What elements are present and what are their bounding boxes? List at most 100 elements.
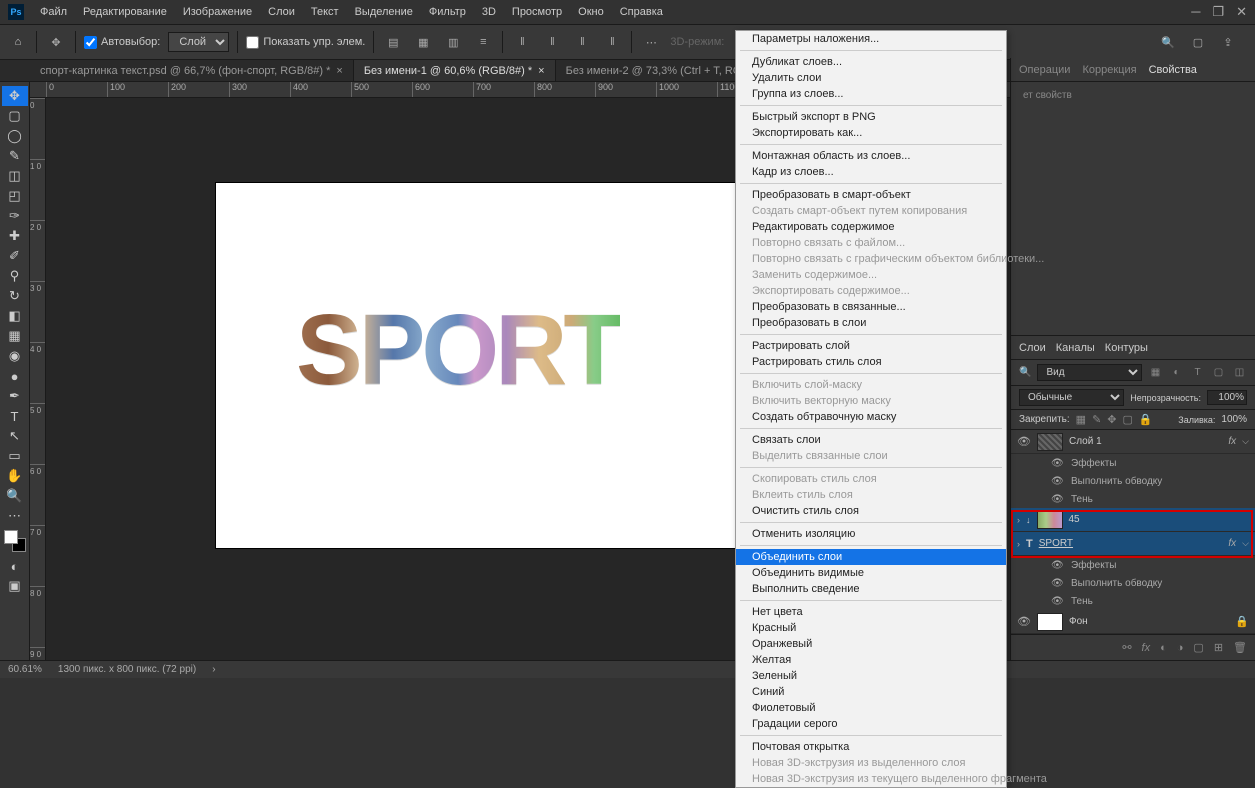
layer-row-45[interactable]: › ↓ 45	[1011, 508, 1255, 532]
visibility-icon[interactable]: 👁	[1017, 615, 1031, 628]
chevron-down-icon[interactable]: ⌵	[1242, 436, 1249, 447]
tab-actions[interactable]: Операции	[1019, 64, 1070, 76]
filter-adjust-icon[interactable]: ◐	[1169, 365, 1184, 380]
context-menu-item[interactable]: Дубликат слоев...	[736, 54, 1006, 70]
sport-text-layer[interactable]: SPORT	[296, 293, 620, 408]
gradient-tool[interactable]: ▦	[2, 326, 28, 346]
info-chevron-icon[interactable]: ›	[212, 664, 215, 675]
context-menu-item[interactable]: Связать слои	[736, 432, 1006, 448]
context-menu-item[interactable]: Почтовая открытка	[736, 739, 1006, 755]
context-menu-item[interactable]: Удалить слои	[736, 70, 1006, 86]
lock-pixels-icon[interactable]: ✎	[1092, 413, 1101, 426]
visibility-icon[interactable]: 👁	[1017, 435, 1031, 448]
close-tab-icon[interactable]: ×	[336, 65, 342, 77]
lock-all-icon[interactable]: 🔒	[1139, 413, 1153, 426]
new-layer-icon[interactable]: ⊞	[1214, 641, 1223, 654]
context-menu-item[interactable]: Кадр из слоев...	[736, 164, 1006, 180]
layer-name[interactable]: SPORT	[1039, 538, 1223, 549]
new-group-icon[interactable]: ▢	[1193, 641, 1203, 654]
lock-transparency-icon[interactable]: ▦	[1076, 413, 1086, 426]
screen-mode-icon[interactable]: ▣	[2, 576, 28, 596]
align-justify-icon[interactable]: ≡	[472, 31, 494, 53]
chevron-down-icon[interactable]: ⌵	[1242, 538, 1249, 549]
fx-badge[interactable]: fx	[1228, 436, 1236, 447]
context-menu-item[interactable]: Создать обтравочную маску	[736, 409, 1006, 425]
context-menu-item[interactable]: Экспортировать как...	[736, 125, 1006, 141]
filter-type-icon[interactable]: T	[1190, 365, 1205, 380]
menu-3D[interactable]: 3D	[474, 6, 504, 18]
context-menu-item[interactable]: Быстрый экспорт в PNG	[736, 109, 1006, 125]
menu-Слои[interactable]: Слои	[260, 6, 303, 18]
hand-tool[interactable]: ✋	[2, 466, 28, 486]
layer-name[interactable]: 45	[1069, 514, 1250, 525]
tab-paths[interactable]: Контуры	[1105, 342, 1148, 354]
context-menu-item[interactable]: Группа из слоев...	[736, 86, 1006, 102]
context-menu-item[interactable]: Параметры наложения...	[736, 31, 1006, 47]
distribute-bottom-icon[interactable]: ‖	[571, 31, 593, 53]
edit-toolbar-icon[interactable]: ⋯	[2, 506, 28, 526]
home-icon[interactable]: ⌂	[8, 32, 28, 52]
crop-tool[interactable]: ◫	[2, 166, 28, 186]
layer-name[interactable]: Слой 1	[1069, 436, 1222, 447]
menu-Просмотр[interactable]: Просмотр	[504, 6, 570, 18]
more-options-icon[interactable]: ⋯	[640, 31, 662, 53]
context-menu-item[interactable]: Синий	[736, 684, 1006, 700]
layer-name[interactable]: Фон	[1069, 616, 1229, 627]
zoom-tool[interactable]: 🔍	[2, 486, 28, 506]
show-controls-checkbox[interactable]: Показать упр. элем.	[246, 36, 365, 49]
share-icon[interactable]: ⇪	[1217, 31, 1239, 53]
context-menu-item[interactable]: Растрировать стиль слоя	[736, 354, 1006, 370]
menu-Справка[interactable]: Справка	[612, 6, 671, 18]
menu-Окно[interactable]: Окно	[570, 6, 612, 18]
move-tool[interactable]: ✥	[2, 86, 28, 106]
context-menu-item[interactable]: Нет цвета	[736, 604, 1006, 620]
tab-adjustments[interactable]: Коррекция	[1082, 64, 1136, 76]
document-info[interactable]: 1300 пикс. x 800 пикс. (72 ppi)	[58, 664, 196, 675]
distribute-spacing-icon[interactable]: ‖	[601, 31, 623, 53]
menu-Файл[interactable]: Файл	[32, 6, 75, 18]
menu-Текст[interactable]: Текст	[303, 6, 347, 18]
lock-artboard-icon[interactable]: ▢	[1123, 413, 1133, 426]
blur-tool[interactable]: ◉	[2, 346, 28, 366]
context-menu-item[interactable]: Отменить изоляцию	[736, 526, 1006, 542]
context-menu-item[interactable]: Преобразовать в смарт-объект	[736, 187, 1006, 203]
close-tab-icon[interactable]: ×	[538, 65, 544, 77]
adjustment-layer-icon[interactable]: ◑	[1177, 642, 1184, 654]
maximize-icon[interactable]: ❐	[1212, 4, 1224, 20]
context-menu-item[interactable]: Желтая	[736, 652, 1006, 668]
path-select-tool[interactable]: ↖	[2, 426, 28, 446]
layer-effect-shadow[interactable]: 👁Тень	[1011, 592, 1255, 610]
minimize-icon[interactable]: ─	[1191, 4, 1200, 20]
fx-badge[interactable]: fx	[1228, 538, 1236, 549]
chevron-right-icon[interactable]: ›	[1017, 539, 1020, 549]
chevron-right-icon[interactable]: ›	[1017, 515, 1020, 525]
marquee-tool[interactable]: ▢	[2, 106, 28, 126]
menu-Фильтр[interactable]: Фильтр	[421, 6, 474, 18]
pen-tool[interactable]: ✒	[2, 386, 28, 406]
move-tool-icon[interactable]: ✥	[45, 31, 67, 53]
layer-mask-icon[interactable]: ◐	[1160, 642, 1167, 654]
menu-Изображение[interactable]: Изображение	[175, 6, 260, 18]
align-hcenter-icon[interactable]: ▦	[412, 31, 434, 53]
shape-tool[interactable]: ▭	[2, 446, 28, 466]
filter-shape-icon[interactable]: ▢	[1211, 365, 1226, 380]
auto-select-target[interactable]: Слой	[168, 32, 229, 52]
dodge-tool[interactable]: ●	[2, 366, 28, 386]
layer-style-icon[interactable]: fx	[1142, 642, 1151, 654]
context-menu-item[interactable]: Преобразовать в слои	[736, 315, 1006, 331]
tab-layers[interactable]: Слои	[1019, 342, 1046, 354]
lock-position-icon[interactable]: ✥	[1107, 413, 1116, 426]
heal-tool[interactable]: ✚	[2, 226, 28, 246]
context-menu-item[interactable]: Выполнить сведение	[736, 581, 1006, 597]
delete-layer-icon[interactable]: 🗑	[1233, 641, 1247, 654]
layer-effect-stroke[interactable]: 👁Выполнить обводку	[1011, 472, 1255, 490]
tab-channels[interactable]: Каналы	[1056, 342, 1095, 354]
opacity-value[interactable]: 100%	[1207, 390, 1247, 405]
search-icon[interactable]: 🔍	[1157, 31, 1179, 53]
context-menu-item[interactable]: Растрировать слой	[736, 338, 1006, 354]
layer-filter-type[interactable]: Вид	[1037, 364, 1142, 381]
brush-tool[interactable]: ✐	[2, 246, 28, 266]
context-menu-item[interactable]: Монтажная область из слоев...	[736, 148, 1006, 164]
context-menu-item[interactable]: Редактировать содержимое	[736, 219, 1006, 235]
artboard[interactable]: SPORT	[216, 183, 806, 548]
